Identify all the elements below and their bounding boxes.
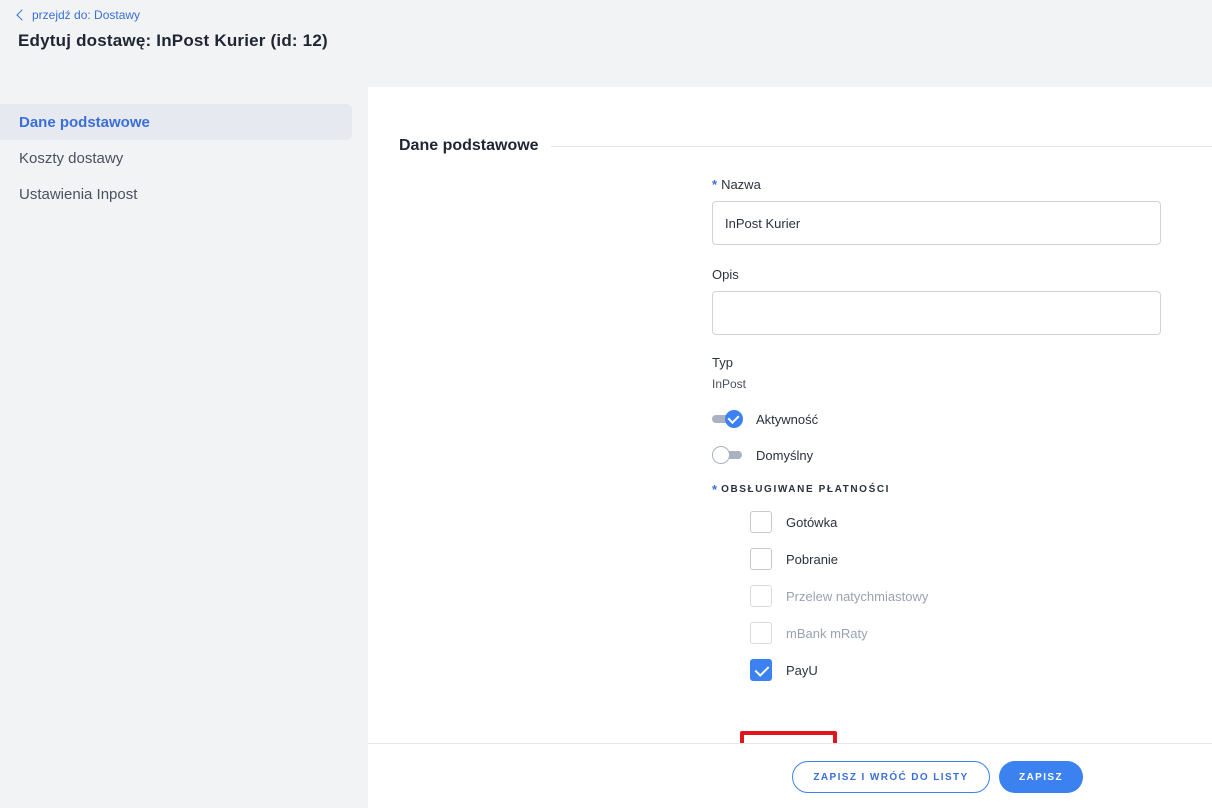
payment-label: PayU <box>786 662 818 678</box>
payment-option-payu: PayU <box>750 658 1162 682</box>
section-title: Dane podstawowe <box>399 137 539 154</box>
checkbox[interactable] <box>750 548 772 570</box>
checkbox[interactable] <box>750 585 772 607</box>
page-title: Edytuj dostawę: InPost Kurier (id: 12) <box>18 31 328 50</box>
payments-label: * OBSŁUGIWANE PŁATNOŚCI <box>712 481 1162 497</box>
section-divider <box>550 145 1212 147</box>
back-link[interactable]: przejdź do: Dostawy <box>16 8 141 22</box>
description-input[interactable] <box>712 291 1161 335</box>
save-button[interactable]: ZAPISZ <box>999 761 1083 793</box>
sidebar-item-dane-podstawowe[interactable]: Dane podstawowe <box>0 104 352 140</box>
save-and-back-button[interactable]: ZAPISZ I WRÓĆ DO LISTY <box>792 761 990 793</box>
sidebar: Dane podstawowe Koszty dostawy Ustawieni… <box>0 104 352 212</box>
toggle-row-domyslny: Domyślny <box>712 445 1162 465</box>
name-label-text: Nazwa <box>721 176 761 192</box>
section-header: Dane podstawowe <box>399 137 1212 155</box>
payment-label: Gotówka <box>786 514 838 530</box>
payment-label: mBank mRaty <box>786 625 868 641</box>
payment-option-mraty: mBank mRaty <box>750 621 1162 645</box>
active-toggle[interactable] <box>712 410 744 428</box>
check-icon <box>725 410 743 428</box>
toggle-row-aktywnosc: Aktywność <box>712 409 1162 429</box>
form-footer: ZAPISZ I WRÓĆ DO LISTY ZAPISZ <box>368 743 1212 808</box>
type-label: Typ <box>712 354 733 370</box>
checkbox[interactable] <box>750 622 772 644</box>
checkbox[interactable] <box>750 511 772 533</box>
checkbox-checked[interactable] <box>750 659 772 681</box>
payment-label: Pobranie <box>786 551 839 567</box>
required-mark: * <box>712 176 718 192</box>
default-toggle[interactable] <box>712 446 744 464</box>
chevron-left-icon <box>16 9 28 21</box>
name-input-value: InPost Kurier <box>725 215 801 231</box>
name-input[interactable]: InPost Kurier <box>712 201 1161 245</box>
active-toggle-label: Aktywność <box>756 411 819 427</box>
payment-label: Przelew natychmiastowy <box>786 588 929 604</box>
type-value: InPost <box>712 377 747 391</box>
payment-option-pobranie: Pobranie <box>750 547 1162 571</box>
delivery-form: * Nazwa InPost Kurier Opis Typ InPost Ak… <box>712 175 1162 808</box>
sidebar-item-ustawienia-inpost[interactable]: Ustawienia Inpost <box>0 176 352 212</box>
sidebar-item-koszty-dostawy[interactable]: Koszty dostawy <box>0 140 352 176</box>
description-label-text: Opis <box>712 266 739 282</box>
payment-option-przelew: Przelew natychmiastowy <box>750 584 1162 608</box>
default-toggle-label: Domyślny <box>756 447 814 463</box>
payment-option-gotowka: Gotówka <box>750 510 1162 534</box>
name-label: * Nazwa <box>712 175 1162 193</box>
back-link-label: przejdź do: Dostawy <box>32 8 141 22</box>
required-mark: * <box>712 481 718 497</box>
main-panel: Dane podstawowe * Nazwa InPost Kurier Op… <box>368 87 1212 808</box>
payments-label-text: OBSŁUGIWANE PŁATNOŚCI <box>721 483 891 495</box>
description-label: Opis <box>712 265 1162 283</box>
toggle-knob <box>712 446 730 464</box>
